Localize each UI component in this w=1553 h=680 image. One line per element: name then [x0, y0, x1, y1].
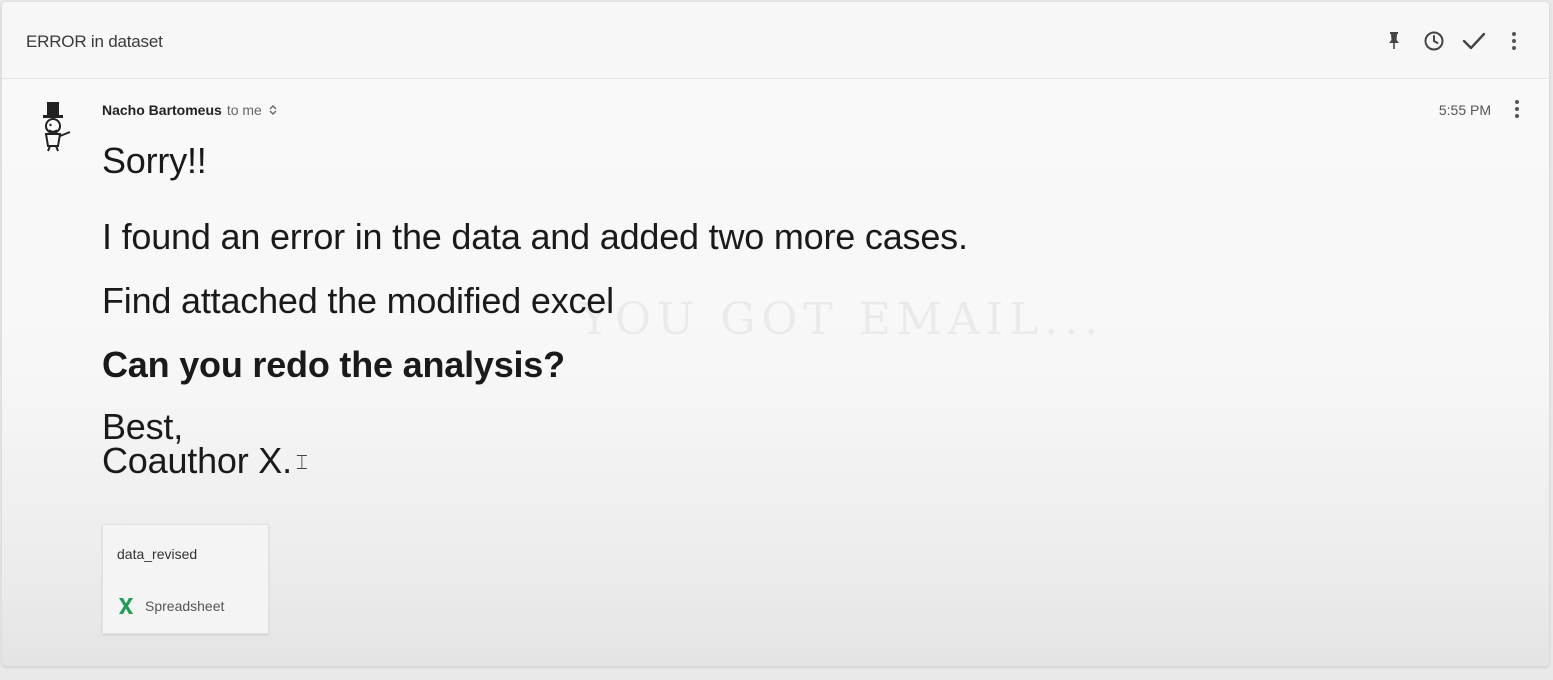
pin-button[interactable] [1381, 28, 1407, 54]
recipient-label: to me [226, 102, 262, 118]
more-vertical-icon [1514, 98, 1520, 125]
text-cursor-icon: ⌶ [295, 452, 308, 475]
message-signature: Coauthor X. [102, 440, 292, 481]
message-time: 5:55 PM [1438, 102, 1491, 118]
email-message-view: ERROR in dataset Nacho Bartomeus to me 5… [2, 2, 1549, 666]
more-options-button[interactable] [1501, 28, 1527, 54]
more-vertical-icon [1511, 30, 1517, 52]
email-subject: ERROR in dataset [26, 32, 163, 51]
attachment-name: data_revised [117, 546, 198, 562]
message-signoff: Best, [102, 406, 184, 447]
mark-done-button[interactable] [1461, 28, 1487, 54]
updown-chevron-icon [269, 105, 277, 115]
snooze-clock-icon [1423, 30, 1445, 52]
sender-avatar[interactable] [38, 100, 72, 152]
done-check-icon [1462, 31, 1486, 51]
message-signature-line: Coauthor X. ⌶ [102, 443, 308, 480]
message-question: Can you redo the analysis? [102, 344, 565, 385]
message-more-button[interactable] [1505, 98, 1529, 124]
recipient-details-toggle[interactable] [269, 104, 277, 116]
message-greeting: Sorry!! [102, 140, 207, 181]
attachment-type-row: Spreadsheet [117, 597, 224, 615]
message-signoff-block: Best, Coauthor X. ⌶ [102, 406, 308, 480]
conversation-toolbar [1381, 28, 1527, 54]
snooze-button[interactable] [1421, 28, 1447, 54]
message-line-1: I found an error in the data and added t… [102, 216, 968, 257]
watermark-text: YOU GOT EMAIL... [580, 294, 1105, 345]
conversation-header: ERROR in dataset [2, 2, 1549, 79]
message-line-2: Find attached the modified excel [102, 280, 614, 321]
sender-name[interactable]: Nacho Bartomeus [102, 102, 222, 118]
attachment-card[interactable]: data_revised Spreadsheet [102, 524, 269, 634]
sender-line: Nacho Bartomeus to me [102, 102, 277, 118]
excel-x-icon [117, 597, 135, 615]
attachment-type: Spreadsheet [145, 598, 225, 614]
pin-icon [1386, 31, 1402, 51]
